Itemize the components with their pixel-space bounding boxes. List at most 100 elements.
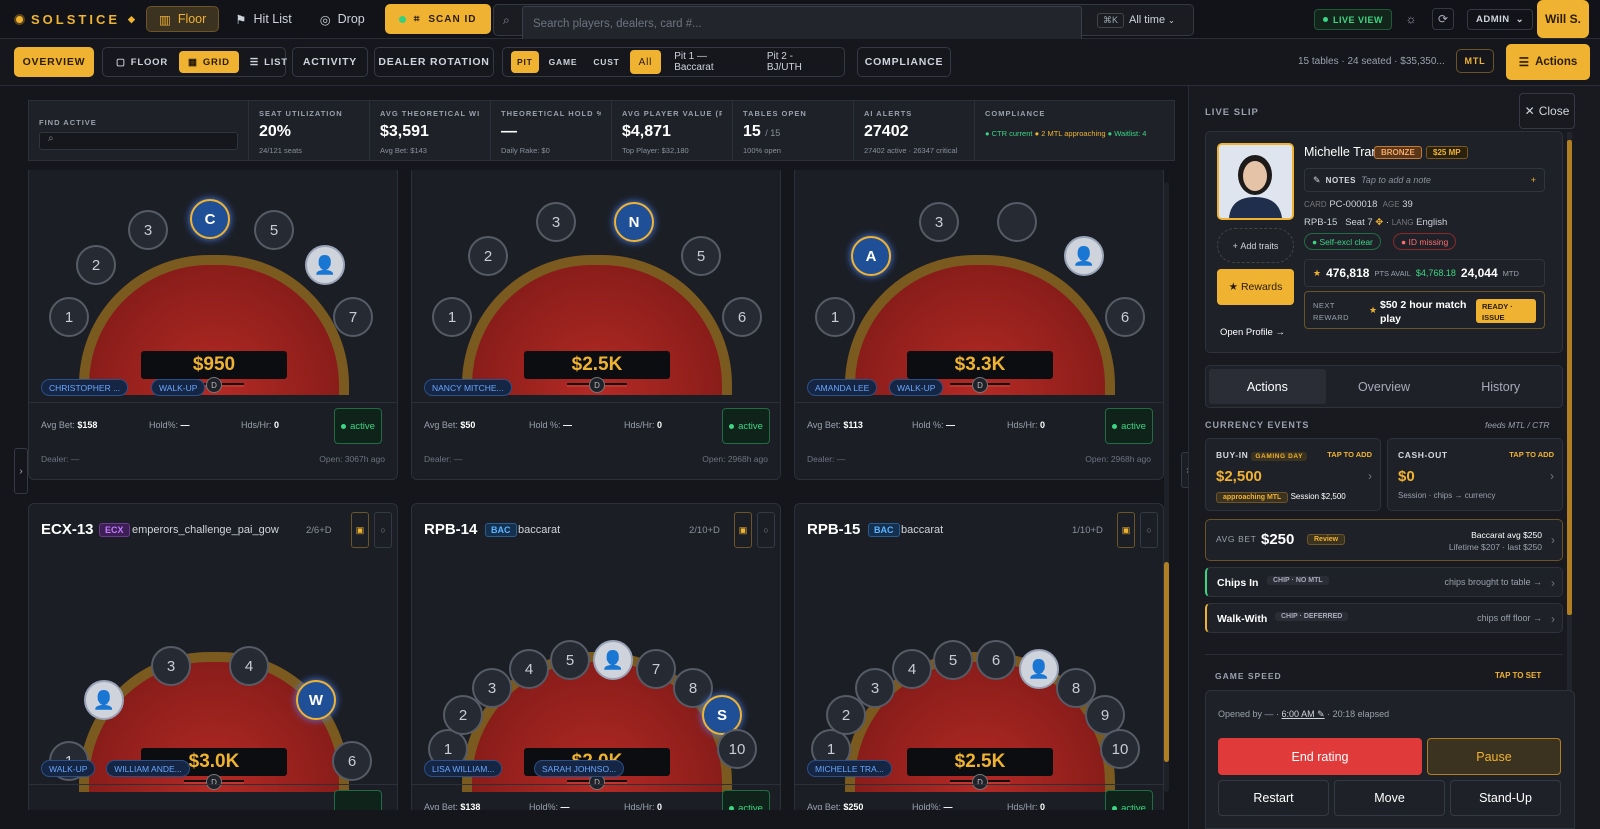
pause-button[interactable]: Pause [1427,738,1561,775]
tap-to-set[interactable]: TAP TO SET [1495,671,1541,680]
next-reward[interactable]: NEXT REWARD ★ $50 2 hour match play READY… [1304,291,1545,329]
player-pill[interactable]: WILLIAM ANDE... [106,760,190,777]
grid-scrollbar[interactable] [1164,182,1169,792]
tab-history[interactable]: History [1442,369,1559,404]
view-floor[interactable]: ▢ FLOOR [107,51,177,73]
empty-seat[interactable]: 2 [468,236,508,276]
tab-activity[interactable]: ACTIVITY [292,47,368,77]
empty-seat[interactable]: 10 [1100,729,1140,769]
empty-seat[interactable]: 4 [509,649,549,689]
table-card[interactable]: $3.3K D 1 A 3 👤 6 AMANDA LEE WALK-UP Avg Bet: $11… [794,170,1164,480]
empty-seat[interactable]: 3 [919,202,959,242]
restart-button[interactable]: Restart [1218,780,1329,816]
scrollbar-thumb[interactable] [1567,140,1572,615]
filter-game[interactable]: GAME [543,51,584,73]
player-pill[interactable]: WALK-UP [889,379,944,396]
player-pill[interactable]: MICHELLE TRA... [807,760,892,777]
status-active-button[interactable] [334,790,382,810]
empty-seat[interactable]: 1 [432,297,472,337]
empty-seat[interactable]: 1 [49,297,89,337]
settings-icon[interactable]: ○ [374,512,392,548]
find-active-input[interactable]: ⌕ [39,132,238,150]
kpi-compliance[interactable]: COMPLIANCE ● CTR current ● 2 MTL approac… [975,101,1174,160]
player-pill[interactable]: LISA WILLIAM... [424,760,503,777]
close-button[interactable]: ✕ Close [1519,93,1575,129]
empty-seat[interactable]: 2 [76,245,116,285]
player-pill[interactable]: WALK-UP [151,379,206,396]
empty-seat[interactable]: 3 [472,668,512,708]
tab-compliance[interactable]: COMPLIANCE [857,47,951,77]
table-card[interactable]: $2.5K D 1 2 3 N 5 6 NANCY MITCHE... Avg Bet: $50 H… [411,170,781,480]
cash-out-card[interactable]: CASH-OUT TAP TO ADD $0 Session · chips →… [1387,438,1563,511]
review-chip[interactable]: Review [1307,534,1346,545]
empty-seat[interactable]: 3 [151,646,191,686]
add-icon[interactable]: + [1531,175,1536,185]
chip-tray-button[interactable]: ▣ [734,512,752,548]
mtl-badge[interactable]: MTL [1456,49,1494,73]
tap-to-add[interactable]: TAP TO ADD [1509,450,1554,459]
empty-seat[interactable] [997,202,1037,242]
kpi-ai-alerts[interactable]: AI ALERTS 27402 27402 active · 26347 criti… [854,101,975,160]
empty-seat[interactable]: 10 [717,729,757,769]
time-range-select[interactable]: All time ⌄ [1129,14,1175,26]
view-grid[interactable]: ▦ GRID [179,51,239,73]
nav-hit-list[interactable]: ⚑ Hit List [223,6,303,32]
empty-seat[interactable]: 5 [933,640,973,680]
occupied-seat[interactable]: W [296,680,336,720]
chips-in-row[interactable]: Chips In CHIP · NO MTL chips brought to … [1205,567,1563,597]
tab-actions[interactable]: Actions [1209,369,1326,404]
admin-menu[interactable]: ADMIN ⌄ [1467,9,1534,30]
empty-seat[interactable]: 6 [332,741,372,781]
ready-issue-button[interactable]: READY · ISSUE [1476,299,1536,323]
open-profile-link[interactable]: Open Profile → [1220,327,1285,338]
empty-seat[interactable]: 5 [254,210,294,250]
empty-seat[interactable]: 7 [333,297,373,337]
rewards-button[interactable]: ★ Rewards [1217,269,1294,305]
tab-overview[interactable]: Overview [1326,369,1443,404]
status-active-button[interactable]: active [722,790,770,810]
player-avatar-seat[interactable]: 👤 [305,245,345,285]
empty-seat[interactable]: 5 [681,236,721,276]
empty-seat[interactable]: 6 [976,640,1016,680]
empty-seat[interactable]: 3 [128,210,168,250]
brand-logo[interactable]: SOLSTICE ◆ [16,12,146,27]
player-pill[interactable]: SARAH JOHNSO... [534,760,625,777]
nav-floor[interactable]: ▥ Floor [146,6,220,32]
status-active-button[interactable]: active [1105,408,1153,444]
empty-seat[interactable]: 6 [1105,297,1145,337]
walk-with-row[interactable]: Walk-With CHIP · DEFERRED chips off floo… [1205,603,1563,633]
notes-field[interactable]: ✎ NOTES Tap to add a note + [1304,168,1545,192]
add-traits-button[interactable]: + Add traits [1217,228,1294,263]
end-rating-button[interactable]: End rating [1218,738,1422,775]
user-avatar-button[interactable]: Will S. [1537,0,1589,38]
table-card[interactable]: ECX-13 ECX emperors_challenge_pai_gow 2/6+D… [28,503,398,810]
table-card[interactable]: $950 D 1 2 3 C 5 👤 7 CHRISTOPHER ... WALK-UP Avg Be… [28,170,398,480]
view-list[interactable]: ☰ LIST [241,51,297,73]
move-button[interactable]: Move [1334,780,1445,816]
scrollbar-thumb[interactable] [1164,562,1169,762]
player-avatar-seat[interactable]: 👤 [1064,236,1104,276]
theme-toggle-icon[interactable]: ☼ [1400,8,1422,30]
filter-cust[interactable]: CUST [587,51,625,73]
chip-tray-button[interactable]: ▣ [1117,512,1135,548]
occupied-seat[interactable]: N [614,202,654,242]
nav-drop[interactable]: ◎ Drop [308,6,377,32]
settings-icon[interactable]: ○ [757,512,775,548]
tap-to-add[interactable]: TAP TO ADD [1327,450,1372,459]
player-pill[interactable]: NANCY MITCHE... [424,379,512,396]
empty-seat[interactable]: 6 [722,297,762,337]
occupied-seat[interactable]: C [190,199,230,239]
actions-button[interactable]: ☰ Actions [1506,44,1590,80]
tab-dealer-rotation[interactable]: DEALER ROTATION [374,47,494,77]
refresh-icon[interactable]: ⟳ [1432,8,1454,30]
move-icon[interactable]: ✥ [1375,217,1383,228]
id-missing-badge[interactable]: ● ID missing [1393,233,1457,250]
table-card[interactable]: RPB-15 BAC baccarat 1/10+D ▣ ○ $2.5K D 1 2 3 4 5 6 👤 8 9… [794,503,1164,810]
player-avatar-seat[interactable]: 👤 [1019,649,1059,689]
tab-overview[interactable]: OVERVIEW [14,47,94,77]
filter-pit-1[interactable]: Pit 1 — Baccarat [665,51,754,73]
scan-id-button[interactable]: ⌗ SCAN ID [384,4,491,34]
empty-seat[interactable]: 7 [636,649,676,689]
panel-scrollbar[interactable] [1567,132,1572,772]
empty-seat[interactable]: 5 [550,640,590,680]
